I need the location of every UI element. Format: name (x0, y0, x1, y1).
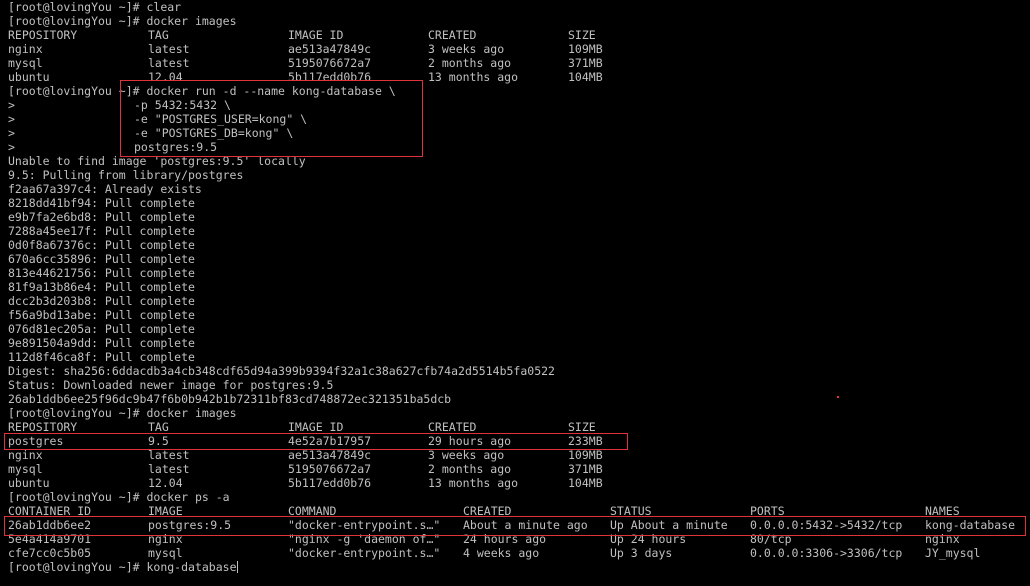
continuation-prompt: > (8, 126, 15, 140)
active-prompt-line[interactable]: [root@lovingYou ~]# kong-database (8, 560, 238, 574)
layer-line: 0d0f8a67376c: Pull complete (8, 238, 195, 252)
cell-tag: latest (148, 42, 190, 56)
layer-line: 112d8f46ca8f: Pull complete (8, 350, 195, 364)
cell-repository: mysql (8, 56, 43, 70)
cell-repository: ubuntu (8, 476, 50, 490)
images-table-row: ubuntu 12.04 5b117edd0b76 13 months ago … (8, 476, 1008, 490)
cell-image-id: 5195076672a7 (288, 462, 372, 476)
highlight-box-kong-container (4, 516, 1026, 536)
command-text: clear (146, 0, 182, 14)
layer-line: e9b7fa2e6bd8: Pull complete (8, 210, 195, 224)
cell-size: 104MB (568, 70, 603, 84)
cell-created: 13 months ago (428, 70, 519, 84)
cell-image-id: ae513a47849c (288, 42, 372, 56)
command-text: docker images (146, 14, 237, 28)
cell-size: 371MB (568, 462, 603, 476)
stray-red-dot (837, 396, 839, 398)
col-header-repository: REPOSITORY (8, 420, 78, 434)
cell-status: Up 3 days (610, 546, 673, 560)
prompt-line: [root@lovingYou ~]# docker images (8, 14, 237, 28)
text-cursor (236, 561, 238, 573)
digest-line: Digest: sha256:6ddacdb3a4cb348cdf65d94a3… (8, 364, 555, 378)
output-line: 9.5: Pulling from library/postgres (8, 168, 244, 182)
prompt-line: [root@lovingYou ~]# docker ps -a (8, 490, 230, 504)
col-header-tag: TAG (148, 420, 169, 434)
cell-size: 109MB (568, 448, 603, 462)
highlight-box-run-command (120, 80, 423, 157)
cell-image-id: 5195076672a7 (288, 56, 372, 70)
col-header-size: SIZE (568, 28, 596, 42)
continuation-prompt: > (8, 112, 15, 126)
prompt-line: [root@lovingYou ~]# clear (8, 0, 181, 14)
cell-created: 2 months ago (428, 56, 512, 70)
cell-tag: latest (148, 56, 190, 70)
cell-repository: mysql (8, 462, 43, 476)
cell-tag: latest (148, 448, 190, 462)
cell-created: 2 months ago (428, 462, 512, 476)
cell-repository: nginx (8, 448, 43, 462)
col-header-created: CREATED (428, 420, 477, 434)
cell-container-id: cfe7cc0c5b05 (8, 546, 92, 560)
col-header-size: SIZE (568, 420, 596, 434)
cell-tag: latest (148, 462, 190, 476)
prompt: [root@lovingYou ~]# (8, 14, 147, 28)
cell-ports: 0.0.0.0:3306->3306/tcp (750, 546, 903, 560)
cell-image: mysql (148, 546, 183, 560)
cell-size: 109MB (568, 42, 603, 56)
prompt: [root@lovingYou ~]# (8, 560, 147, 574)
prompt: [root@lovingYou ~]# (8, 0, 147, 14)
cell-command: "docker-entrypoint.s…" (288, 546, 441, 560)
layer-line: f56a9bd13abe: Pull complete (8, 308, 195, 322)
continuation-prompt: > (8, 98, 15, 112)
images-table-row: nginx latest ae513a47849c 3 weeks ago 10… (8, 448, 1008, 462)
layer-line: dcc2b3d203b8: Pull complete (8, 294, 195, 308)
terminal-window[interactable]: [root@lovingYou ~]# clear [root@lovingYo… (0, 0, 1030, 586)
layer-line: 813e44621756: Pull complete (8, 266, 195, 280)
layer-line: 9e891504a9dd: Pull complete (8, 336, 195, 350)
col-header-image-id: IMAGE ID (288, 420, 344, 434)
images-table-header: REPOSITORY TAG IMAGE ID CREATED SIZE (8, 28, 1008, 42)
cell-created: 4 weeks ago (463, 546, 540, 560)
command-input[interactable]: kong-database (146, 560, 236, 574)
cell-names: JY_mysql (925, 546, 981, 560)
col-header-tag: TAG (148, 28, 169, 42)
command-text: docker ps -a (146, 490, 230, 504)
cell-created: 3 weeks ago (428, 448, 505, 462)
images-table-header: REPOSITORY TAG IMAGE ID CREATED SIZE (8, 420, 1008, 434)
cell-image-id: 5b117edd0b76 (288, 476, 372, 490)
images-table-row: mysql latest 5195076672a7 2 months ago 3… (8, 462, 1008, 476)
images-table-row: nginx latest ae513a47849c 3 weeks ago 10… (8, 42, 1008, 56)
layer-line: 076d81ec205a: Pull complete (8, 322, 195, 336)
prompt: [root@lovingYou ~]# (8, 406, 147, 420)
col-header-repository: REPOSITORY (8, 28, 78, 42)
continuation-prompt: > (8, 140, 15, 154)
container-id-line: 26ab1ddb6ee25f96dc9b47f6b0b942b1b72311bf… (8, 392, 452, 406)
col-header-image-id: IMAGE ID (288, 28, 344, 42)
cell-repository: ubuntu (8, 70, 50, 84)
layer-line: 8218dd41bf94: Pull complete (8, 196, 195, 210)
cell-created: 13 months ago (428, 476, 519, 490)
highlight-box-postgres-image (4, 433, 628, 450)
layer-line: 670a6cc35896: Pull complete (8, 252, 195, 266)
layer-line: 81f9a13b86e4: Pull complete (8, 280, 195, 294)
col-header-created: CREATED (428, 28, 477, 42)
cell-size: 104MB (568, 476, 603, 490)
cell-tag: 12.04 (148, 476, 183, 490)
layer-line: 7288a45ee17f: Pull complete (8, 224, 195, 238)
cell-image-id: ae513a47849c (288, 448, 372, 462)
ps-table-row: cfe7cc0c5b05 mysql "docker-entrypoint.s…… (8, 546, 1023, 560)
prompt: [root@lovingYou ~]# (8, 490, 147, 504)
layer-line: f2aa67a397c4: Already exists (8, 182, 202, 196)
cell-size: 371MB (568, 56, 603, 70)
prompt-line: [root@lovingYou ~]# docker images (8, 406, 237, 420)
status-line: Status: Downloaded newer image for postg… (8, 378, 334, 392)
command-text: docker images (146, 406, 237, 420)
cell-repository: nginx (8, 42, 43, 56)
cell-created: 3 weeks ago (428, 42, 505, 56)
images-table-row: mysql latest 5195076672a7 2 months ago 3… (8, 56, 1008, 70)
